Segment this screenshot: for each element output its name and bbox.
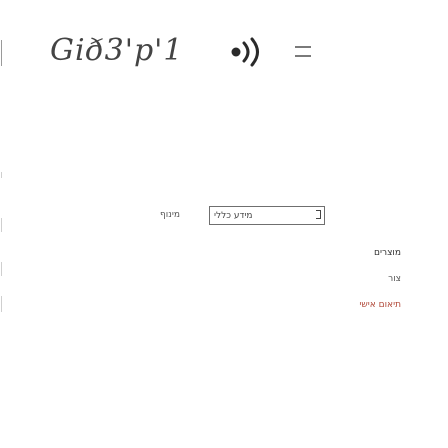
site-header: Gið3'p'1 bbox=[50, 20, 380, 80]
hamburger-icon[interactable] bbox=[295, 46, 311, 59]
left-edge-marker bbox=[1, 172, 2, 178]
tab-contacts[interactable]: מינוף bbox=[160, 210, 180, 220]
tab-about[interactable]: מידע כללי bbox=[209, 206, 325, 225]
nav-item-create[interactable]: צור bbox=[359, 273, 401, 285]
bracket-icon bbox=[316, 210, 321, 219]
tab-bar: מינוף מידע כללי bbox=[160, 206, 400, 230]
nav-menu: מוצרים צור תיאום אישי bbox=[359, 247, 401, 325]
nav-item-personal-coordination[interactable]: תיאום אישי bbox=[359, 299, 401, 311]
tab-about-label: מידע כללי bbox=[214, 210, 253, 221]
logo-wordmark[interactable]: Gið3'p'1 bbox=[50, 33, 184, 68]
left-edge-marker bbox=[1, 40, 2, 66]
nav-item-products[interactable]: מוצרים bbox=[359, 247, 401, 259]
app-screen: Gið3'p'1 מינוף מידע כללי מוצרים צור תיאו… bbox=[0, 0, 448, 448]
left-edge-marker bbox=[1, 218, 2, 232]
left-edge-marker bbox=[1, 296, 2, 312]
sound-waves-icon bbox=[231, 37, 259, 67]
left-edge-marker bbox=[1, 262, 2, 276]
